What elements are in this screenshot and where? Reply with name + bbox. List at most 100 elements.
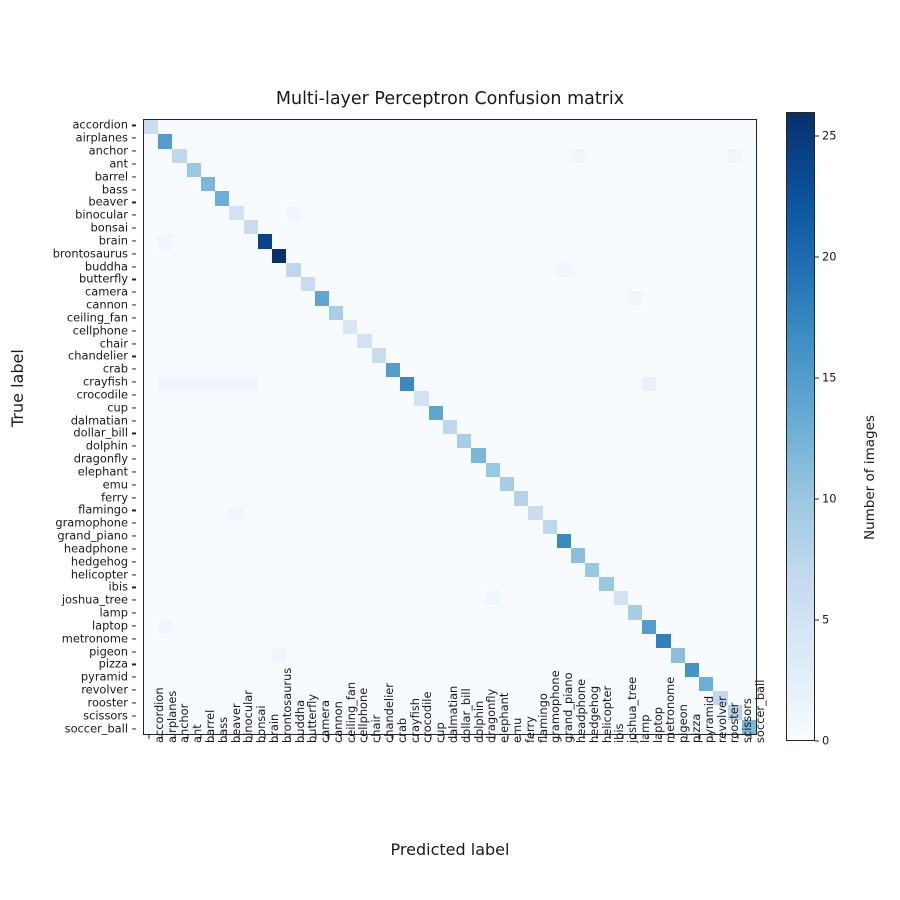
matrix-cell (642, 262, 657, 278)
matrix-cell (272, 519, 287, 535)
matrix-cell (200, 391, 216, 406)
matrix-cell (300, 162, 315, 178)
matrix-cell (442, 219, 458, 235)
x-tick-mark (443, 735, 445, 739)
matrix-cell (329, 205, 344, 220)
matrix-cell (485, 405, 500, 420)
matrix-cell (741, 291, 756, 306)
matrix-cell (727, 548, 742, 563)
matrix-cell (200, 219, 216, 235)
matrix-cell (172, 562, 187, 577)
matrix-cell (229, 205, 244, 220)
matrix-cell (713, 434, 728, 449)
matrix-cell (457, 148, 472, 163)
x-tick-mark (366, 735, 368, 739)
colorbar-tick-0: 0 (822, 733, 830, 748)
matrix-cell (613, 262, 628, 278)
matrix-cell (585, 377, 600, 392)
matrix-cell (741, 519, 756, 535)
matrix-cell (314, 291, 330, 306)
matrix-cell (528, 619, 543, 635)
matrix-cell (670, 434, 685, 449)
matrix-cell (514, 605, 529, 620)
matrix-cell (485, 305, 500, 320)
matrix-cell (585, 505, 600, 520)
matrix-cell (556, 234, 571, 249)
matrix-cell (357, 534, 372, 549)
matrix-cell (528, 576, 543, 592)
matrix-cell (499, 120, 515, 135)
matrix-cell (286, 191, 301, 206)
matrix-cell (656, 534, 671, 549)
matrix-cell (741, 548, 756, 563)
matrix-cell (144, 205, 159, 220)
matrix-cell (400, 662, 415, 677)
matrix-cell (570, 277, 586, 292)
y-tick-mark (132, 355, 136, 357)
matrix-cell (457, 448, 472, 463)
y-tick-mark (132, 625, 136, 627)
y-tick-label-chandelier: chandelier (68, 348, 128, 363)
matrix-cell (158, 191, 173, 206)
matrix-cell (272, 348, 287, 363)
y-tick-label-flamingo: flamingo (78, 502, 128, 517)
matrix-cell (599, 634, 614, 649)
matrix-cell (200, 262, 216, 278)
x-tick-mark (711, 735, 713, 739)
matrix-cell (371, 162, 386, 178)
matrix-cell (585, 591, 600, 606)
matrix-cell (670, 319, 685, 335)
matrix-cell (699, 676, 714, 692)
y-tick-mark (132, 150, 136, 152)
matrix-cell (172, 462, 187, 477)
matrix-cell (741, 391, 756, 406)
matrix-cell (627, 462, 643, 477)
matrix-cell (314, 505, 330, 520)
matrix-cell (741, 534, 756, 549)
matrix-cell (215, 434, 230, 449)
matrix-cell (414, 334, 429, 349)
matrix-cell (727, 362, 742, 378)
matrix-cell (200, 148, 216, 163)
matrix-cell (257, 205, 273, 220)
matrix-cell (684, 505, 700, 520)
x-tick-label-dalmatian: dalmatian (446, 685, 460, 743)
x-tick-label-scissors: scissors (740, 698, 755, 743)
matrix-cell (684, 120, 700, 135)
matrix-cell (713, 134, 728, 149)
matrix-cell (172, 548, 187, 563)
matrix-cell (414, 605, 429, 620)
matrix-cell (514, 305, 529, 320)
matrix-cell (556, 305, 571, 320)
matrix-cell (257, 191, 273, 206)
matrix-cell (684, 305, 700, 320)
matrix-cell (200, 434, 216, 449)
matrix-cell (613, 248, 628, 263)
matrix-cell (357, 491, 372, 506)
matrix-cell (286, 491, 301, 506)
y-tick-mark (132, 304, 136, 306)
matrix-cell (215, 162, 230, 178)
matrix-cell (499, 219, 515, 235)
matrix-cell (699, 362, 714, 378)
matrix-cell (186, 191, 201, 206)
matrix-cell (272, 234, 287, 249)
x-tick-mark (724, 735, 726, 739)
matrix-cell (314, 362, 330, 378)
matrix-cell (186, 591, 201, 606)
matrix-cell (428, 148, 443, 163)
y-tick-mark (132, 728, 136, 730)
matrix-cell (385, 662, 401, 677)
y-tick-label-dalmatian: dalmatian (70, 412, 128, 427)
matrix-cell (329, 562, 344, 577)
matrix-cell (485, 277, 500, 292)
matrix-cell (286, 277, 301, 292)
matrix-cell (257, 476, 273, 492)
matrix-cell (414, 662, 429, 677)
matrix-cell (385, 591, 401, 606)
matrix-cell (684, 234, 700, 249)
matrix-cell (272, 177, 287, 192)
matrix-cell (442, 391, 458, 406)
matrix-cell (570, 234, 586, 249)
matrix-cell (613, 505, 628, 520)
